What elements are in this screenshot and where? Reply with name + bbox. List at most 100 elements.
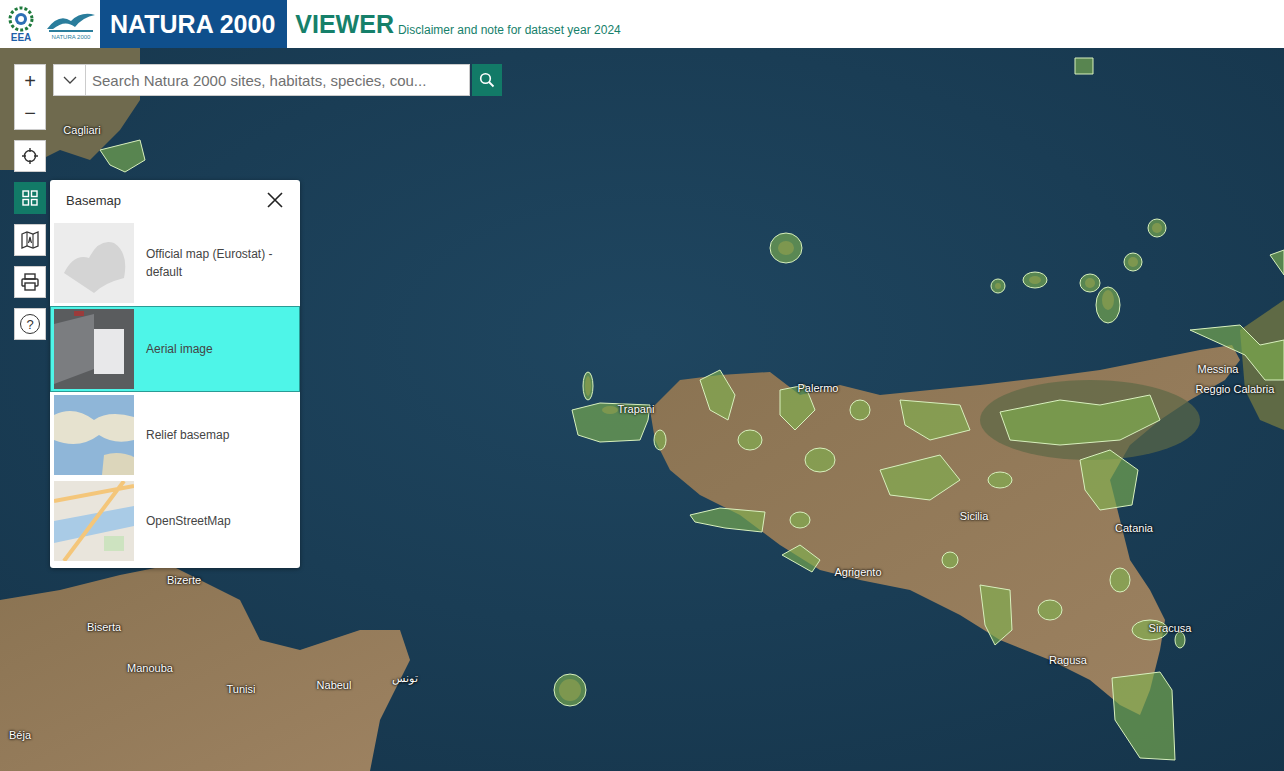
eea-sun-icon [6,6,36,32]
print-button[interactable] [14,266,46,298]
basemap-thumbnail [54,223,134,303]
basemap-option-label: OpenStreetMap [134,512,239,530]
basemap-grid-icon [21,189,39,207]
natura-site[interactable] [900,400,970,440]
map-language-icon [20,230,40,250]
crosshair-icon [21,147,39,165]
natura-site[interactable] [850,400,870,420]
eea-logo[interactable]: EEA [0,0,42,48]
natura-site[interactable] [690,508,765,532]
natura-site[interactable] [1023,272,1047,288]
app-title: NATURA 2000 [100,0,287,48]
place-label: Trapani [618,403,655,415]
natura-site[interactable] [100,140,145,172]
natura-site[interactable] [942,552,958,568]
natura-site[interactable] [1096,287,1120,323]
basemap-thumbnail [54,309,134,389]
natura-site[interactable] [1124,253,1142,271]
tunisia-land [0,565,410,771]
basemap-option-label: Official map (Eurostat) - default [134,245,296,281]
natura-site[interactable] [1075,58,1093,74]
basemap-option-label: Relief basemap [134,426,237,444]
natura-site[interactable] [738,430,762,450]
basemap-option[interactable]: Aerial image [50,306,300,392]
natura-logo[interactable]: NATURA 2000 [42,0,100,48]
natura-site[interactable] [1080,274,1100,292]
natura-site[interactable] [790,512,810,528]
chevron-down-icon [63,75,77,85]
natura-site[interactable] [554,674,586,706]
natura-site[interactable] [1080,450,1138,510]
natura-site[interactable] [1112,672,1175,760]
basemap-option[interactable]: Official map (Eurostat) - default [50,220,300,306]
basemap-option-label: Aerial image [134,340,221,358]
search-input[interactable] [86,64,470,96]
natura-site[interactable] [988,472,1012,488]
disclaimer-link[interactable]: Disclaimer and note for dataset year 202… [398,0,621,48]
search-button[interactable] [472,64,502,96]
natura-site[interactable] [782,545,820,572]
place-label: Siracusa [1149,622,1192,634]
natura-site[interactable] [572,403,650,442]
place-label: تونس [392,672,418,685]
zoom-out-button[interactable]: − [15,97,45,129]
natura-bird-icon [45,7,97,33]
place-label: Agrigento [834,566,881,578]
locate-button[interactable] [14,140,46,172]
natura-site[interactable] [1270,250,1284,275]
place-label: Cagliari [63,124,100,136]
natura-site[interactable] [1175,632,1185,648]
basemap-thumbnail [54,481,134,561]
close-button[interactable] [266,191,284,209]
natura-site[interactable] [1038,600,1062,620]
place-label: Biserta [87,621,121,633]
zoom-in-button[interactable]: + [15,65,45,97]
panel-header: Basemap [50,180,300,220]
mountain-area [980,380,1200,460]
magnifier-icon [479,72,495,88]
map-controls: +−? [14,64,46,340]
place-label: Catania [1115,522,1153,534]
natura-site[interactable] [780,385,815,430]
search-scope-dropdown[interactable] [53,64,86,96]
place-label: Ragusa [1049,654,1087,666]
panel-title: Basemap [66,193,121,208]
basemap-button[interactable] [14,182,46,214]
sea [0,48,1284,771]
natura-site[interactable] [805,448,835,472]
place-label: Reggio Calabria [1196,383,1275,395]
natura-logo-text: NATURA 2000 [52,33,91,41]
search-bar [53,64,502,96]
natura-site[interactable] [1000,395,1160,445]
natura-site[interactable] [1148,219,1166,237]
language-button[interactable] [14,224,46,256]
street-map-icon [54,481,134,561]
natura-site[interactable] [980,585,1012,645]
natura-site[interactable] [1132,620,1168,640]
basemap-option[interactable]: OpenStreetMap [50,478,300,564]
natura-site[interactable] [1190,325,1284,380]
basemap-panel: Basemap Official map (Eurostat) - default… [50,180,300,568]
basemap-option[interactable]: Relief basemap [50,392,300,478]
place-label: Messina [1198,363,1239,375]
map-area[interactable]: CagliariTrapaniPalermoMessinaReggio Cala… [0,48,1284,771]
place-label: Bizerte [167,574,201,586]
printer-icon [20,272,40,292]
place-label: Nabeul [317,679,352,691]
natura-site[interactable] [770,233,802,263]
relief-map-icon [54,395,134,475]
top-bar: EEANATURA 2000NATURA 2000VIEWERDisclaime… [0,0,1284,48]
place-label: Manouba [127,662,173,674]
natura-viewer: EEANATURA 2000NATURA 2000VIEWERDisclaime… [0,0,1284,771]
help-icon: ? [20,314,40,334]
natura-site[interactable] [991,279,1005,293]
natura-site[interactable] [654,430,666,450]
close-x-icon [267,192,283,208]
natura-site[interactable] [1110,568,1130,592]
basemap-thumbnail [54,395,134,475]
help-button[interactable]: ? [14,308,46,340]
natura-site[interactable] [700,370,735,420]
natura-site[interactable] [583,372,593,400]
zoom-controls: +− [14,64,46,130]
natura-site[interactable] [880,455,960,500]
